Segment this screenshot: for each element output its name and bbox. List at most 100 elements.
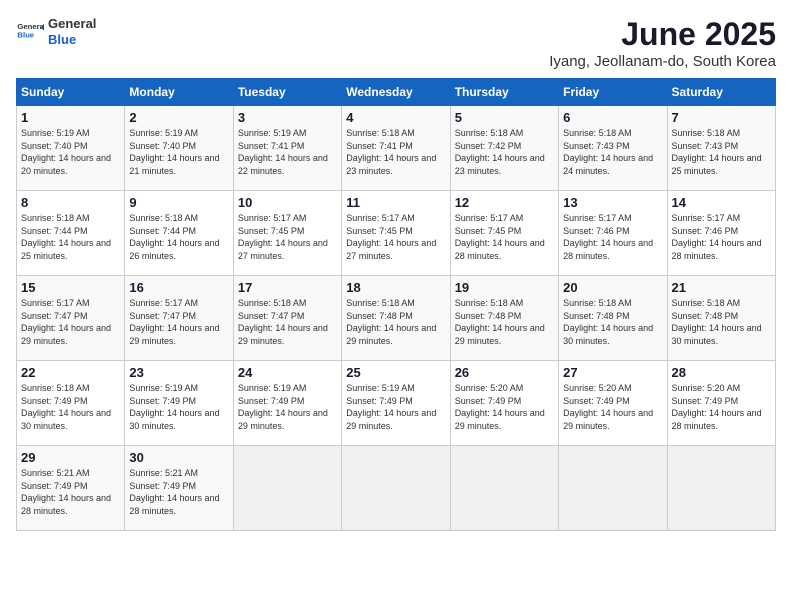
page-header: General Blue General Blue June 2025 Iyan… (16, 16, 776, 70)
day-number: 9 (129, 195, 228, 210)
week-row-5: 29 Sunrise: 5:21 AMSunset: 7:49 PMDayligh… (17, 446, 776, 531)
day-cell-4: 4 Sunrise: 5:18 AMSunset: 7:41 PMDaylight… (342, 106, 450, 191)
day-number: 10 (238, 195, 337, 210)
day-number: 25 (346, 365, 445, 380)
day-cell-13: 13Sunrise: 5:17 AMSunset: 7:46 PMDayligh… (559, 191, 667, 276)
logo-general: General (48, 16, 96, 32)
day-cell-5: 5 Sunrise: 5:18 AMSunset: 7:42 PMDaylight… (450, 106, 558, 191)
day-info: Sunrise: 5:18 AMSunset: 7:48 PMDaylight:… (563, 297, 662, 347)
day-number: 13 (563, 195, 662, 210)
day-cell-10: 10 Sunrise: 5:17 AMSunset: 7:45 PMDayligh… (233, 191, 341, 276)
day-number: 19 (455, 280, 554, 295)
day-info: Sunrise: 5:18 AMSunset: 7:42 PMDaylight:… (455, 127, 554, 177)
day-number: 20 (563, 280, 662, 295)
day-number: 7 (672, 110, 771, 125)
svg-text:General: General (17, 22, 44, 31)
day-number: 21 (672, 280, 771, 295)
day-cell-16: 16Sunrise: 5:17 AMSunset: 7:47 PMDayligh… (125, 276, 233, 361)
day-number: 30 (129, 450, 228, 465)
day-info: Sunrise: 5:18 AMSunset: 7:44 PMDaylight:… (129, 212, 228, 262)
logo-text: General Blue (48, 16, 96, 47)
day-info: Sunrise: 5:18 AMSunset: 7:48 PMDaylight:… (346, 297, 445, 347)
col-header-tuesday: Tuesday (233, 79, 341, 106)
day-cell-2: 2Sunrise: 5:19 AMSunset: 7:40 PMDaylight… (125, 106, 233, 191)
day-number: 4 (346, 110, 445, 125)
day-number: 14 (672, 195, 771, 210)
week-row-1: 1Sunrise: 5:19 AMSunset: 7:40 PMDaylight… (17, 106, 776, 191)
calendar-table: SundayMondayTuesdayWednesdayThursdayFrid… (16, 78, 776, 531)
empty-cell (342, 446, 450, 531)
day-number: 8 (21, 195, 120, 210)
day-info: Sunrise: 5:18 AMSunset: 7:48 PMDaylight:… (672, 297, 771, 347)
day-info: Sunrise: 5:21 AMSunset: 7:49 PMDaylight:… (21, 467, 120, 517)
week-row-4: 22 Sunrise: 5:18 AMSunset: 7:49 PMDayligh… (17, 361, 776, 446)
day-number: 5 (455, 110, 554, 125)
day-info: Sunrise: 5:19 AMSunset: 7:49 PMDaylight:… (129, 382, 228, 432)
day-info: Sunrise: 5:19 AMSunset: 7:49 PMDaylight:… (238, 382, 337, 432)
day-cell-30: 30 Sunrise: 5:21 AMSunset: 7:49 PMDayligh… (125, 446, 233, 531)
day-cell-23: 23 Sunrise: 5:19 AMSunset: 7:49 PMDayligh… (125, 361, 233, 446)
col-header-sunday: Sunday (17, 79, 125, 106)
week-row-2: 8 Sunrise: 5:18 AMSunset: 7:44 PMDaylight… (17, 191, 776, 276)
day-cell-7: 7 Sunrise: 5:18 AMSunset: 7:43 PMDaylight… (667, 106, 775, 191)
day-cell-3: 3Sunrise: 5:19 AMSunset: 7:41 PMDaylight… (233, 106, 341, 191)
empty-cell (450, 446, 558, 531)
logo-icon: General Blue (16, 18, 44, 46)
day-number: 22 (21, 365, 120, 380)
day-info: Sunrise: 5:18 AMSunset: 7:43 PMDaylight:… (563, 127, 662, 177)
empty-cell (233, 446, 341, 531)
day-number: 28 (672, 365, 771, 380)
day-info: Sunrise: 5:19 AMSunset: 7:49 PMDaylight:… (346, 382, 445, 432)
day-info: Sunrise: 5:19 AMSunset: 7:40 PMDaylight:… (21, 127, 120, 177)
day-info: Sunrise: 5:18 AMSunset: 7:49 PMDaylight:… (21, 382, 120, 432)
day-cell-29: 29 Sunrise: 5:21 AMSunset: 7:49 PMDayligh… (17, 446, 125, 531)
day-cell-15: 15Sunrise: 5:17 AMSunset: 7:47 PMDayligh… (17, 276, 125, 361)
logo: General Blue General Blue (16, 16, 96, 47)
day-info: Sunrise: 5:17 AMSunset: 7:45 PMDaylight:… (238, 212, 337, 262)
col-header-friday: Friday (559, 79, 667, 106)
col-header-wednesday: Wednesday (342, 79, 450, 106)
empty-cell (559, 446, 667, 531)
day-cell-24: 24 Sunrise: 5:19 AMSunset: 7:49 PMDayligh… (233, 361, 341, 446)
day-info: Sunrise: 5:20 AMSunset: 7:49 PMDaylight:… (672, 382, 771, 432)
day-number: 15 (21, 280, 120, 295)
day-cell-22: 22 Sunrise: 5:18 AMSunset: 7:49 PMDayligh… (17, 361, 125, 446)
day-info: Sunrise: 5:17 AMSunset: 7:47 PMDaylight:… (129, 297, 228, 347)
empty-cell (667, 446, 775, 531)
day-number: 23 (129, 365, 228, 380)
day-number: 18 (346, 280, 445, 295)
day-cell-11: 11 Sunrise: 5:17 AMSunset: 7:45 PMDayligh… (342, 191, 450, 276)
day-number: 24 (238, 365, 337, 380)
svg-text:Blue: Blue (17, 30, 34, 39)
day-number: 11 (346, 195, 445, 210)
calendar-subtitle: Iyang, Jeollanam-do, South Korea (549, 53, 776, 70)
col-header-thursday: Thursday (450, 79, 558, 106)
day-cell-9: 9 Sunrise: 5:18 AMSunset: 7:44 PMDaylight… (125, 191, 233, 276)
day-cell-25: 25 Sunrise: 5:19 AMSunset: 7:49 PMDayligh… (342, 361, 450, 446)
day-info: Sunrise: 5:17 AMSunset: 7:45 PMDaylight:… (346, 212, 445, 262)
day-info: Sunrise: 5:17 AMSunset: 7:45 PMDaylight:… (455, 212, 554, 262)
day-info: Sunrise: 5:17 AMSunset: 7:46 PMDaylight:… (672, 212, 771, 262)
col-header-saturday: Saturday (667, 79, 775, 106)
day-info: Sunrise: 5:19 AMSunset: 7:40 PMDaylight:… (129, 127, 228, 177)
day-number: 26 (455, 365, 554, 380)
title-block: June 2025 Iyang, Jeollanam-do, South Kor… (549, 16, 776, 70)
day-info: Sunrise: 5:18 AMSunset: 7:47 PMDaylight:… (238, 297, 337, 347)
day-cell-19: 19 Sunrise: 5:18 AMSunset: 7:48 PMDayligh… (450, 276, 558, 361)
day-number: 29 (21, 450, 120, 465)
day-info: Sunrise: 5:18 AMSunset: 7:44 PMDaylight:… (21, 212, 120, 262)
day-number: 12 (455, 195, 554, 210)
day-info: Sunrise: 5:21 AMSunset: 7:49 PMDaylight:… (129, 467, 228, 517)
day-info: Sunrise: 5:18 AMSunset: 7:43 PMDaylight:… (672, 127, 771, 177)
day-cell-18: 18 Sunrise: 5:18 AMSunset: 7:48 PMDayligh… (342, 276, 450, 361)
calendar-title: June 2025 (549, 16, 776, 53)
day-info: Sunrise: 5:18 AMSunset: 7:48 PMDaylight:… (455, 297, 554, 347)
day-info: Sunrise: 5:18 AMSunset: 7:41 PMDaylight:… (346, 127, 445, 177)
day-cell-26: 26 Sunrise: 5:20 AMSunset: 7:49 PMDayligh… (450, 361, 558, 446)
day-number: 27 (563, 365, 662, 380)
day-cell-1: 1Sunrise: 5:19 AMSunset: 7:40 PMDaylight… (17, 106, 125, 191)
day-cell-27: 27Sunrise: 5:20 AMSunset: 7:49 PMDayligh… (559, 361, 667, 446)
day-number: 17 (238, 280, 337, 295)
day-info: Sunrise: 5:20 AMSunset: 7:49 PMDaylight:… (455, 382, 554, 432)
day-cell-8: 8 Sunrise: 5:18 AMSunset: 7:44 PMDaylight… (17, 191, 125, 276)
